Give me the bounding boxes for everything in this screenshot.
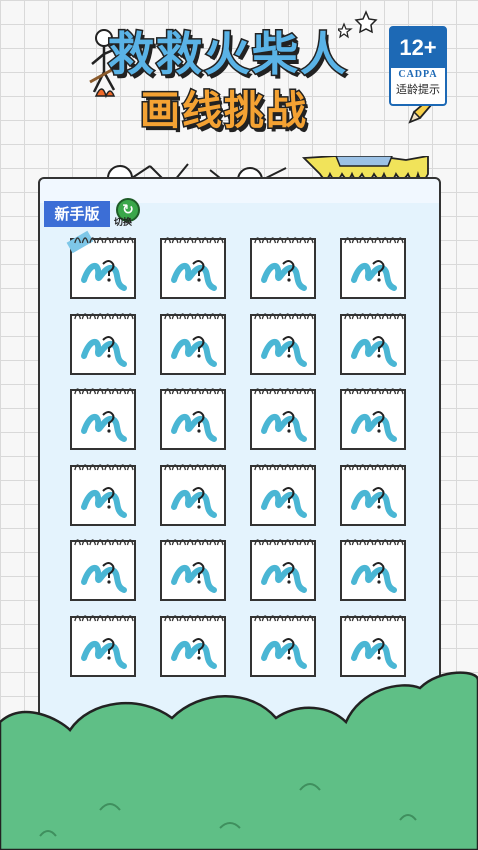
- notepad-rings-icon: [344, 312, 404, 319]
- notepad-rings-icon: [74, 539, 134, 546]
- notepad-rings-icon: [254, 388, 314, 395]
- notepad-rings-icon: [74, 388, 134, 395]
- locked-question-icon: [81, 486, 127, 518]
- notepad-rings-icon: [164, 388, 224, 395]
- age-rating-value: 12+: [391, 28, 445, 68]
- green-bush-decoration: [0, 671, 478, 850]
- level-card[interactable]: [160, 237, 226, 299]
- locked-question-icon: [171, 260, 217, 291]
- notepad-rings-icon: [254, 237, 314, 244]
- locked-question-icon: [351, 335, 397, 367]
- notepad-rings-icon: [74, 312, 134, 319]
- locked-question-icon: [171, 562, 217, 593]
- locked-question-icon: [261, 411, 307, 442]
- age-rating-note: 适龄提示: [396, 83, 440, 96]
- level-card[interactable]: [250, 463, 316, 526]
- star-icon: [338, 10, 378, 39]
- locked-question-icon: [351, 486, 397, 518]
- locked-question-icon: [81, 562, 127, 593]
- switch-mode-button[interactable]: ↻ 切换: [114, 198, 140, 228]
- switch-mode-label: 切换: [114, 218, 133, 228]
- notepad-rings-icon: [344, 539, 404, 546]
- age-rating-badge: 12+ CADPA 适龄提示: [389, 26, 447, 106]
- notepad-rings-icon: [344, 614, 404, 621]
- level-card[interactable]: [70, 388, 136, 450]
- locked-question-icon: [261, 562, 307, 593]
- notepad-rings-icon: [164, 539, 224, 546]
- locked-question-icon: [81, 260, 127, 291]
- level-card[interactable]: [340, 388, 406, 450]
- notepad-rings-icon: [164, 237, 224, 244]
- level-card[interactable]: [340, 237, 406, 299]
- difficulty-mode-tag: 新手版: [44, 201, 110, 227]
- locked-question-icon: [81, 335, 127, 367]
- notepad-rings-icon: [74, 463, 134, 470]
- level-card[interactable]: [70, 539, 136, 601]
- locked-question-icon: [171, 486, 217, 518]
- notepad-rings-icon: [344, 237, 404, 244]
- age-rating-org: CADPA: [398, 69, 438, 80]
- locked-question-icon: [81, 411, 127, 442]
- notepad-rings-icon: [254, 463, 314, 470]
- level-card[interactable]: [250, 237, 316, 299]
- notepad-rings-icon: [164, 614, 224, 621]
- level-card[interactable]: [340, 312, 406, 375]
- level-card[interactable]: [160, 388, 226, 450]
- locked-question-icon: [261, 335, 307, 367]
- locked-question-icon: [351, 562, 397, 593]
- notepad-rings-icon: [74, 237, 134, 244]
- locked-question-icon: [261, 260, 307, 291]
- locked-question-icon: [171, 411, 217, 442]
- game-title-line2: 画线挑战: [139, 87, 308, 136]
- level-card[interactable]: [160, 312, 226, 375]
- level-card[interactable]: [250, 388, 316, 450]
- game-logo: 救救火柴人 画线挑战: [88, 8, 434, 136]
- level-card[interactable]: [340, 463, 406, 526]
- notepad-rings-icon: [344, 388, 404, 395]
- notepad-rings-icon: [164, 463, 224, 470]
- level-card[interactable]: [70, 312, 136, 375]
- level-card[interactable]: [250, 539, 316, 601]
- notepad-rings-icon: [254, 539, 314, 546]
- level-card[interactable]: [70, 237, 136, 299]
- game-title-line1: 救救火柴人: [107, 26, 348, 83]
- notepad-rings-icon: [344, 463, 404, 470]
- level-card[interactable]: [160, 539, 226, 601]
- locked-question-icon: [261, 486, 307, 518]
- level-card[interactable]: [250, 312, 316, 375]
- notepad-rings-icon: [254, 614, 314, 621]
- notepad-rings-icon: [254, 312, 314, 319]
- locked-question-icon: [351, 411, 397, 442]
- level-card[interactable]: [160, 463, 226, 526]
- locked-question-icon: [351, 260, 397, 291]
- level-card[interactable]: [340, 539, 406, 601]
- notepad-rings-icon: [74, 614, 134, 621]
- notepad-rings-icon: [164, 312, 224, 319]
- level-card[interactable]: [70, 463, 136, 526]
- locked-question-icon: [171, 335, 217, 367]
